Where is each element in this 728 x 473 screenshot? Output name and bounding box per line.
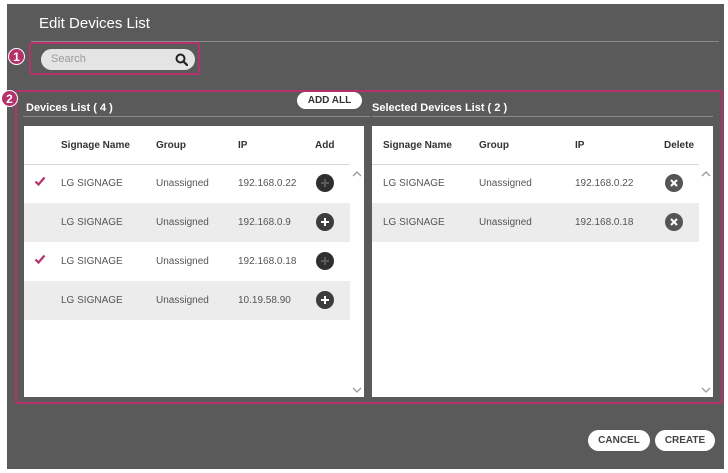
col-signage-name: Signage Name: [383, 140, 452, 151]
edit-devices-dialog: Edit Devices List 1 2 Devices List ( 4 )…: [1, 4, 724, 469]
signage-name: LG SIGNAGE: [383, 178, 445, 189]
add-all-button[interactable]: ADD ALL: [297, 92, 362, 109]
signage-name: LG SIGNAGE: [383, 217, 445, 228]
group-value: Unassigned: [479, 178, 532, 189]
signage-name: LG SIGNAGE: [61, 256, 123, 267]
create-button[interactable]: CREATE: [655, 430, 715, 451]
ip-value: 192.168.0.22: [575, 178, 634, 189]
col-signage-name: Signage Name: [61, 140, 130, 151]
devices-list-title: Devices List ( 4 ): [26, 102, 113, 114]
col-ip: IP: [575, 140, 585, 151]
table-row[interactable]: LG SIGNAGE Unassigned 192.168.0.18: [372, 203, 699, 242]
ip-value: 10.19.58.90: [238, 295, 291, 306]
ip-value: 192.168.0.9: [238, 217, 291, 228]
group-value: Unassigned: [156, 217, 209, 228]
scroll-down-icon[interactable]: [701, 386, 711, 394]
col-delete: Delete: [664, 140, 695, 151]
plus-icon: [321, 179, 329, 187]
signage-name: LG SIGNAGE: [61, 178, 123, 189]
ip-value: 192.168.0.18: [575, 217, 634, 228]
devices-list-rule: [23, 116, 370, 117]
add-device-button[interactable]: [316, 291, 334, 309]
table-row[interactable]: LG SIGNAGE Unassigned 10.19.58.90: [24, 281, 350, 320]
table-row[interactable]: LG SIGNAGE Unassigned 192.168.0.18: [24, 242, 350, 281]
col-group: Group: [156, 140, 186, 151]
ip-value: 192.168.0.18: [238, 256, 297, 267]
table-row[interactable]: LG SIGNAGE Unassigned 192.168.0.9: [24, 203, 350, 242]
selected-devices-title: Selected Devices List ( 2 ): [372, 102, 508, 114]
col-group: Group: [479, 140, 509, 151]
delete-device-button[interactable]: [665, 174, 683, 192]
selected-table-header: Signage Name Group IP Delete: [372, 126, 699, 165]
scroll-up-icon[interactable]: [352, 170, 362, 178]
scroll-up-icon[interactable]: [701, 170, 711, 178]
devices-table: Signage Name Group IP Add LG SIGNAGE Una…: [24, 126, 364, 397]
devices-table-header: Signage Name Group IP Add: [24, 126, 350, 165]
search-input[interactable]: [51, 51, 171, 67]
selected-devices-rule: [372, 116, 713, 117]
group-value: Unassigned: [156, 256, 209, 267]
selected-devices-table: Signage Name Group IP Delete LG SIGNAGE …: [372, 126, 713, 397]
check-icon: [34, 254, 46, 265]
add-device-button[interactable]: [316, 213, 334, 231]
close-icon: [670, 218, 678, 226]
delete-device-button[interactable]: [665, 213, 683, 231]
callout-marker-1: 1: [8, 48, 25, 65]
add-device-button[interactable]: [316, 174, 334, 192]
check-icon: [34, 176, 46, 187]
close-icon: [670, 179, 678, 187]
search-box[interactable]: [41, 49, 195, 70]
plus-icon: [321, 218, 329, 226]
group-value: Unassigned: [479, 217, 532, 228]
col-ip: IP: [238, 140, 248, 151]
scroll-down-icon[interactable]: [352, 386, 362, 394]
search-icon[interactable]: [175, 53, 188, 66]
ip-value: 192.168.0.22: [238, 178, 297, 189]
signage-name: LG SIGNAGE: [61, 217, 123, 228]
add-device-button[interactable]: [316, 252, 334, 270]
dialog-title: Edit Devices List: [39, 15, 150, 32]
cancel-button[interactable]: CANCEL: [588, 430, 650, 451]
table-row[interactable]: LG SIGNAGE Unassigned 192.168.0.22: [372, 164, 699, 203]
callout-marker-2: 2: [1, 90, 18, 107]
plus-icon: [321, 296, 329, 304]
plus-icon: [321, 257, 329, 265]
col-add: Add: [315, 140, 335, 151]
group-value: Unassigned: [156, 178, 209, 189]
group-value: Unassigned: [156, 295, 209, 306]
signage-name: LG SIGNAGE: [61, 295, 123, 306]
table-row[interactable]: LG SIGNAGE Unassigned 192.168.0.22: [24, 164, 350, 203]
